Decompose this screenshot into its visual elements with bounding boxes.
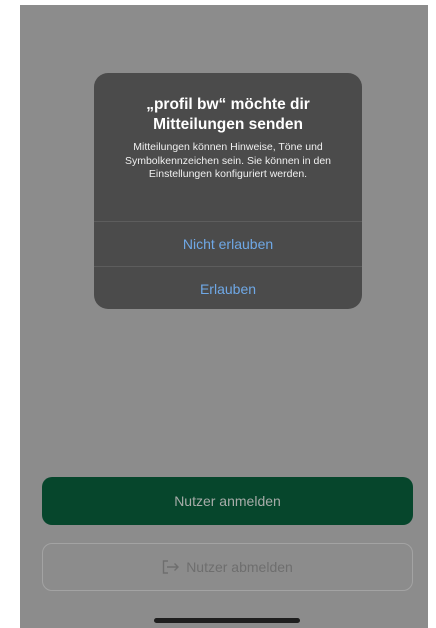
app-screen: Nutzer anmelden Nutzer abmelden „profil … [20,5,428,628]
deny-button[interactable]: Nicht erlauben [94,222,362,266]
login-button-label: Nutzer anmelden [174,493,281,509]
logout-icon [162,560,180,574]
home-indicator[interactable] [154,618,300,623]
logout-button-label: Nutzer abmelden [186,559,293,575]
alert-message: Mitteilungen können Hinweise, Töne und S… [124,141,332,180]
alert-title: „profil bw“ möchte dir Mitteilungen send… [146,96,310,133]
allow-button[interactable]: Erlauben [94,267,362,309]
notification-permission-alert: „profil bw“ möchte dir Mitteilungen send… [94,73,362,309]
logout-button[interactable]: Nutzer abmelden [42,543,413,591]
login-button[interactable]: Nutzer anmelden [42,477,413,525]
